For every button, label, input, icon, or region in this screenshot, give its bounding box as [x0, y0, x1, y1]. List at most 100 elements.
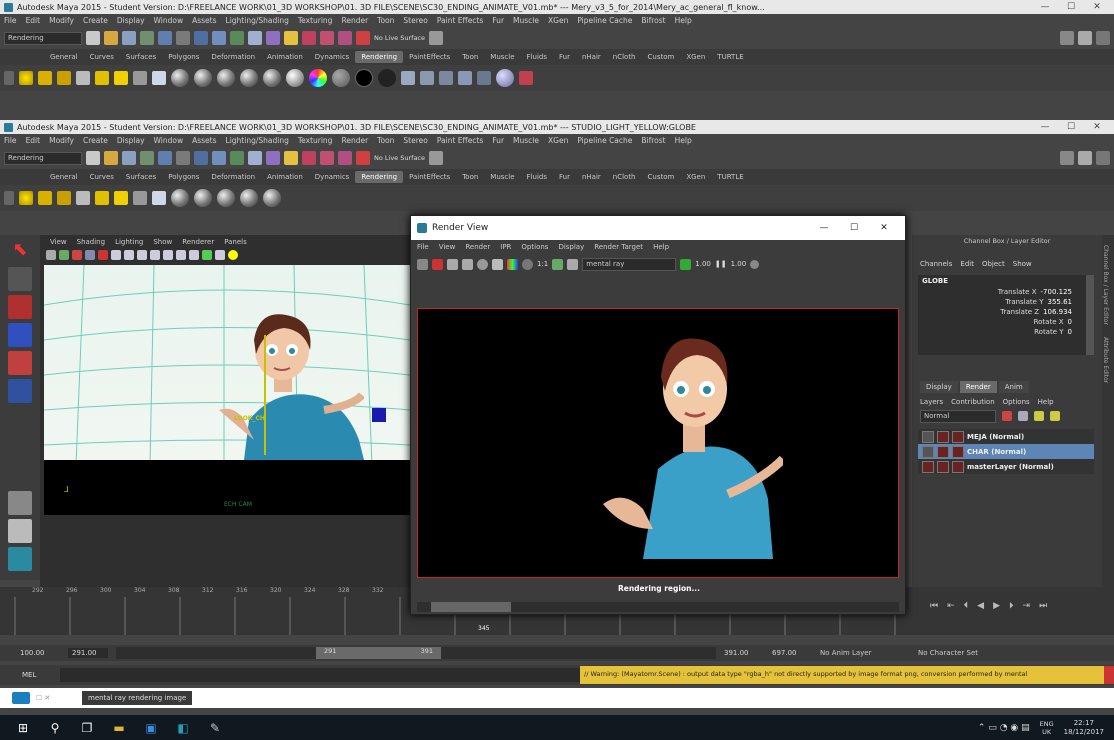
select-component-icon[interactable] — [176, 31, 190, 45]
material-sphere-icon[interactable] — [171, 189, 189, 207]
render-layer-char[interactable]: CHAR (Normal) — [918, 444, 1094, 459]
paint-select-tool-icon[interactable] — [8, 295, 32, 319]
channel-rotate-x[interactable]: Rotate X 0 — [918, 317, 1094, 327]
command-input[interactable] — [60, 668, 580, 682]
render-region-icon[interactable] — [432, 258, 443, 270]
viewport-menu-view[interactable]: View — [50, 238, 67, 246]
blinn-sphere-icon[interactable] — [217, 69, 235, 87]
texture-icon-4[interactable] — [458, 71, 472, 85]
range-slider-handle[interactable]: 291 391 — [316, 647, 441, 659]
gamma-field[interactable]: 1.00 — [731, 260, 747, 268]
command-language-toggle[interactable]: MEL — [0, 671, 36, 679]
viewport-menu-shading[interactable]: Shading — [77, 238, 105, 246]
alpha-channel-icon[interactable] — [522, 258, 533, 270]
real-size-button[interactable]: 1:1 — [537, 260, 548, 268]
rv-menu-view[interactable]: View — [439, 243, 456, 251]
area-light-icon[interactable] — [57, 71, 71, 85]
menu-muscle[interactable]: Muscle — [513, 16, 539, 25]
close-button[interactable]: ✕ — [1084, 122, 1110, 132]
shelf-tab-dynamics[interactable]: Dynamics — [309, 51, 356, 63]
history-icon[interactable] — [284, 151, 298, 165]
menu-toon[interactable]: Toon — [377, 136, 394, 145]
channels-menu[interactable]: Channels — [920, 260, 952, 268]
shelf-tab-xgen[interactable]: XGen — [680, 51, 711, 63]
area-light-icon[interactable] — [57, 191, 71, 205]
mode-dropdown[interactable]: Rendering — [4, 31, 82, 45]
channel-translate-y[interactable]: Translate Y 355.61 — [918, 297, 1094, 307]
shelf-tab-nhair[interactable]: nHair — [576, 51, 607, 63]
lights-icon[interactable] — [150, 250, 160, 260]
go-to-start-icon[interactable]: ⏮ — [930, 601, 938, 611]
layout-single-icon[interactable] — [8, 491, 32, 515]
smooth-shade-icon[interactable] — [124, 250, 134, 260]
render-view-minimize-button[interactable]: — — [809, 223, 839, 233]
select-object-icon[interactable] — [158, 151, 172, 165]
menu-lighting[interactable]: Lighting/Shading — [226, 16, 289, 25]
ipr-render-icon[interactable] — [320, 151, 334, 165]
snap-live-icon[interactable] — [266, 31, 280, 45]
select-hierarchy-icon[interactable] — [140, 31, 154, 45]
shelf-tab-custom[interactable]: Custom — [642, 171, 681, 183]
hypershade-icon[interactable] — [356, 151, 370, 165]
menu-create[interactable]: Create — [83, 136, 108, 145]
menu-edit[interactable]: Edit — [26, 136, 41, 145]
system-tray-icons[interactable]: ⌃ ▭ ◔ ◉ ▤ — [978, 723, 1030, 733]
shelf-tab-rendering[interactable]: Rendering — [355, 51, 404, 63]
rotate-tool-icon[interactable] — [8, 351, 32, 375]
contribution-menu[interactable]: Contribution — [951, 398, 994, 406]
layer-visibility-toggle[interactable] — [922, 460, 934, 473]
menu-bifrost[interactable]: Bifrost — [641, 16, 665, 25]
tool-settings-icon[interactable] — [1096, 151, 1110, 165]
side-tab-channel-box[interactable]: Channel Box / Layer Editor — [1102, 245, 1109, 325]
character-set-dropdown[interactable]: No Character Set — [918, 649, 978, 657]
lasso-tool-icon[interactable] — [8, 267, 32, 291]
camera-icon[interactable] — [133, 71, 147, 85]
channel-translate-x[interactable]: Translate X -700.125 — [918, 287, 1094, 297]
menu-texturing[interactable]: Texturing — [298, 136, 333, 145]
new-scene-icon[interactable] — [86, 151, 100, 165]
texture-icon-1[interactable] — [401, 71, 415, 85]
select-hierarchy-icon[interactable] — [140, 151, 154, 165]
shelf-tab-fluids[interactable]: Fluids — [521, 171, 553, 183]
playback-end-field[interactable]: 391.00 — [724, 649, 764, 657]
render-view-scrollbar[interactable] — [417, 602, 899, 612]
play-backwards-icon[interactable]: ◀ — [977, 601, 984, 611]
outliner-layout-icon[interactable] — [8, 547, 32, 571]
hypershade-shelf-icon[interactable] — [152, 191, 166, 205]
shelf-tab-curves[interactable]: Curves — [84, 171, 120, 183]
light-bulb-icon[interactable] — [228, 250, 238, 260]
channel-value[interactable]: 0 — [1068, 318, 1072, 326]
layered-shader-icon[interactable] — [378, 69, 396, 87]
channel-box-toggle-icon[interactable] — [1078, 151, 1092, 165]
playback-start-field[interactable]: 291.00 — [68, 648, 108, 658]
point-light-icon[interactable] — [19, 191, 33, 205]
rv-menu-help[interactable]: Help — [653, 243, 669, 251]
shelf-tab-xgen[interactable]: XGen — [680, 171, 711, 183]
shelf-tab-turtle[interactable]: TURTLE — [711, 51, 749, 63]
menu-window[interactable]: Window — [154, 136, 184, 145]
menu-assets[interactable]: Assets — [192, 16, 216, 25]
anim-layer-dropdown[interactable]: No Anim Layer — [820, 649, 910, 657]
menu-paint-effects[interactable]: Paint Effects — [437, 136, 483, 145]
toggle-panel-icon[interactable] — [1060, 151, 1074, 165]
open-scene-icon[interactable] — [104, 31, 118, 45]
layers-menu[interactable]: Layers — [920, 398, 943, 406]
render-sphere-icon[interactable] — [496, 69, 514, 87]
rv-menu-render-target[interactable]: Render Target — [594, 243, 643, 251]
minimize-button[interactable]: — — [1032, 2, 1058, 12]
menu-help[interactable]: Help — [675, 136, 692, 145]
show-menu[interactable]: Show — [1013, 260, 1032, 268]
shelf-tab-turtle[interactable]: TURTLE — [711, 171, 749, 183]
menu-assets[interactable]: Assets — [192, 136, 216, 145]
exposure-field[interactable]: 1.00 — [695, 260, 711, 268]
shelf-tab-animation[interactable]: Animation — [261, 51, 309, 63]
input-line-icon[interactable] — [429, 151, 444, 165]
menu-file[interactable]: File — [4, 136, 17, 145]
camera-attr-icon[interactable] — [59, 250, 69, 260]
ipr-icon[interactable] — [462, 258, 473, 270]
redo-render-icon[interactable] — [417, 258, 428, 270]
wireframe-icon[interactable] — [111, 250, 121, 260]
viewport-menu-show[interactable]: Show — [153, 238, 172, 246]
camera-icon[interactable] — [133, 191, 147, 205]
options-menu[interactable]: Options — [1003, 398, 1030, 406]
